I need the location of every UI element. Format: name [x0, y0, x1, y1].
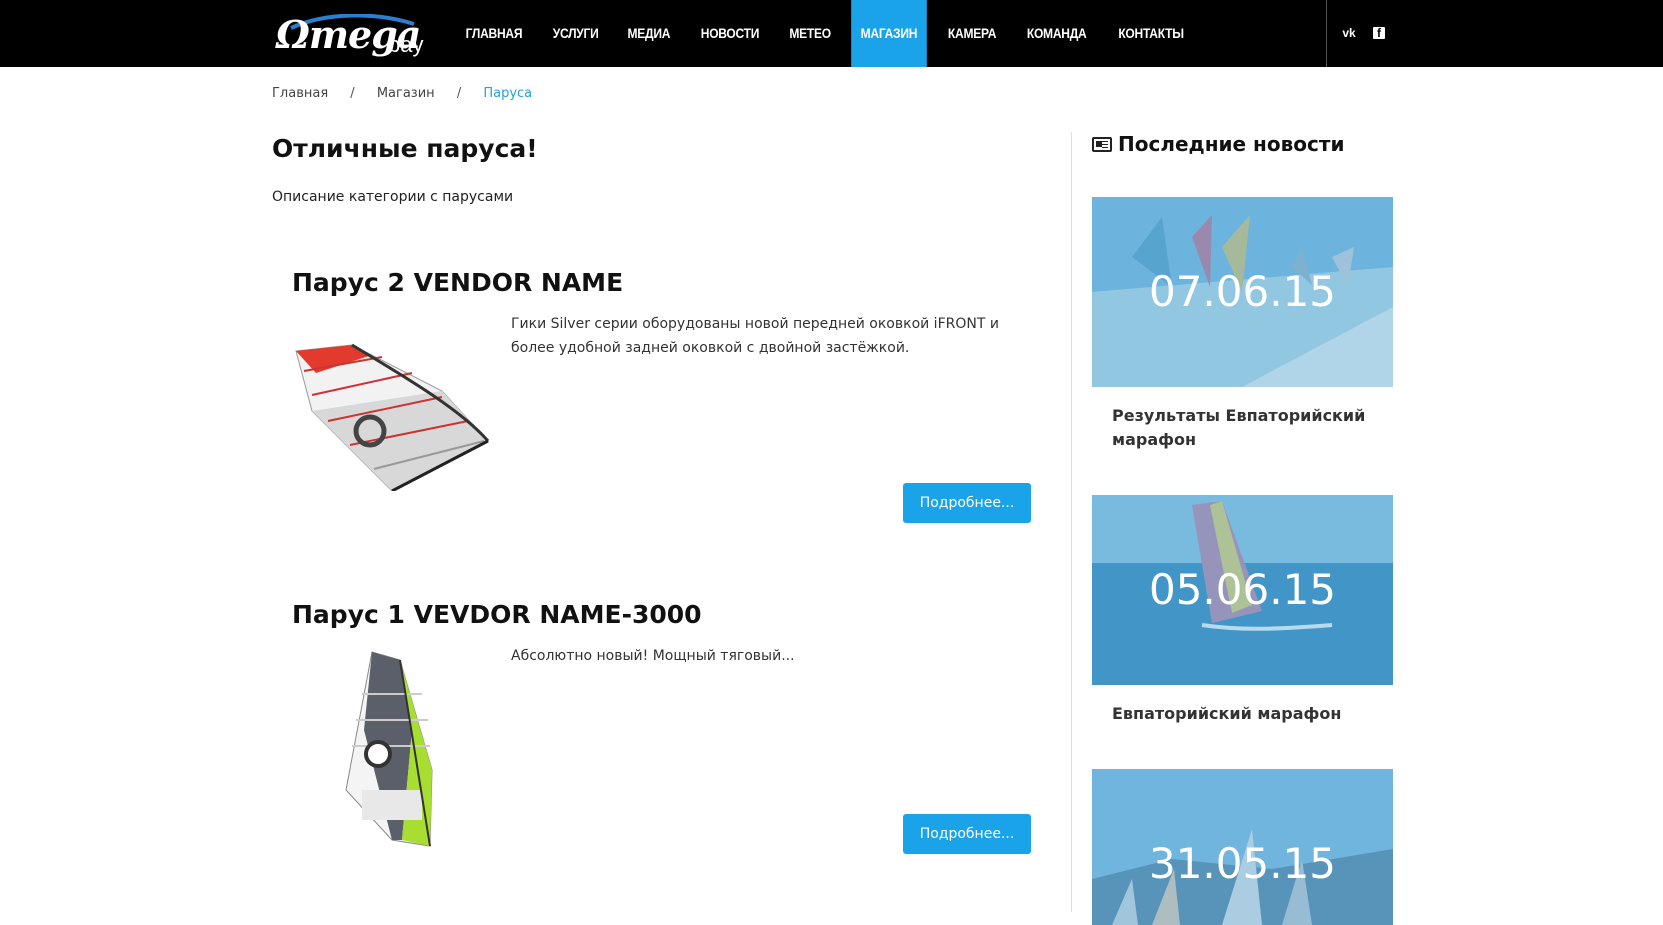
- sidebar-divider: [1071, 132, 1072, 912]
- product-title[interactable]: Парус 2 VENDOR NAME: [292, 268, 623, 297]
- breadcrumb: Главная / Магазин / Паруса: [272, 86, 532, 101]
- news-title[interactable]: Евпаторийский марафон: [1112, 702, 1392, 726]
- sail-image-icon: [295, 343, 490, 493]
- sidebar-title-text: Последние новости: [1118, 132, 1345, 156]
- news-image[interactable]: 31.05.15: [1092, 769, 1393, 925]
- news-date: 31.05.15: [1148, 839, 1337, 888]
- social-links: vk f: [1326, 0, 1385, 67]
- news-title[interactable]: Результаты Евпаторийский марафон: [1112, 404, 1392, 452]
- breadcrumb-current: Паруса: [483, 86, 533, 101]
- facebook-icon[interactable]: f: [1373, 27, 1385, 40]
- category-description: Описание категории с парусами: [272, 189, 514, 205]
- details-button[interactable]: Подробнее...: [903, 483, 1031, 523]
- news-date: 07.06.15: [1148, 267, 1337, 316]
- breadcrumb-shop[interactable]: Магазин: [377, 86, 435, 101]
- top-navbar: Ωmega bay ГЛАВНАЯ УСЛУГИ МЕДИА НОВОСТИ М…: [0, 0, 1663, 67]
- nav-item-home[interactable]: ГЛАВНАЯ: [456, 0, 532, 67]
- nav-item-shop[interactable]: МАГАЗИН: [851, 0, 927, 67]
- details-button[interactable]: Подробнее...: [903, 814, 1031, 854]
- newspaper-icon: [1092, 137, 1112, 152]
- product-image[interactable]: [342, 650, 442, 850]
- product-description: Абсолютно новый! Мощный тяговый...: [511, 648, 795, 664]
- site-logo[interactable]: Ωmega bay: [276, 12, 426, 60]
- nav-item-contacts[interactable]: КОНТАКТЫ: [1109, 0, 1193, 67]
- nav-item-services[interactable]: УСЛУГИ: [543, 0, 608, 67]
- nav-item-camera[interactable]: КАМЕРА: [938, 0, 1005, 67]
- nav-item-media[interactable]: МЕДИА: [618, 0, 680, 67]
- nav-item-weather[interactable]: МЕТЕО: [780, 0, 840, 67]
- product-title[interactable]: Парус 1 VEVDOR NAME-3000: [292, 600, 702, 629]
- news-date: 05.06.15: [1148, 565, 1337, 614]
- breadcrumb-separator: /: [456, 86, 462, 101]
- page-title: Отличные паруса!: [272, 134, 538, 163]
- breadcrumb-separator: /: [350, 86, 355, 101]
- vk-icon[interactable]: vk: [1341, 26, 1357, 40]
- nav-item-team[interactable]: КОМАНДА: [1017, 0, 1096, 67]
- logo-suffix: bay: [388, 32, 424, 57]
- breadcrumb-home[interactable]: Главная: [272, 86, 328, 101]
- product-description: Гики Silver серии оборудованы новой пере…: [511, 316, 999, 356]
- main-nav: ГЛАВНАЯ УСЛУГИ МЕДИА НОВОСТИ МЕТЕО МАГАЗ…: [450, 0, 1200, 67]
- product-image[interactable]: [292, 341, 492, 493]
- news-image[interactable]: 05.06.15: [1092, 495, 1393, 685]
- sidebar-title: Последние новости: [1092, 132, 1344, 156]
- sail-image-icon: [345, 651, 433, 847]
- news-image[interactable]: 07.06.15: [1092, 197, 1393, 387]
- nav-item-news[interactable]: НОВОСТИ: [691, 0, 768, 67]
